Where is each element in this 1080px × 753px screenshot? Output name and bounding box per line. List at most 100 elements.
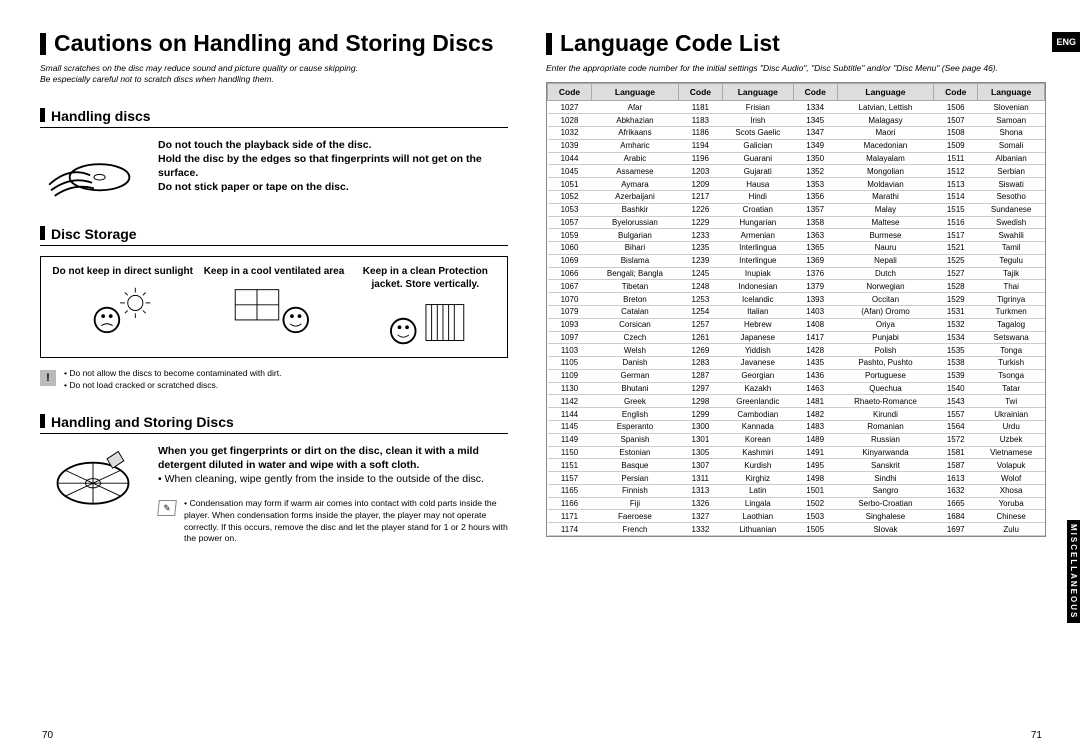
code-cell: 1534 <box>934 331 978 344</box>
table-row: 1053Bashkir1226Croatian1357Malay1515Sund… <box>548 203 1045 216</box>
code-cell: 1181 <box>678 101 722 114</box>
lang-cell: Basque <box>592 459 679 472</box>
code-cell: 1697 <box>934 523 978 536</box>
code-cell: 1632 <box>934 484 978 497</box>
lang-cell: Javanese <box>722 357 793 370</box>
code-cell: 1376 <box>793 267 837 280</box>
handling2-heading: Handling and Storing Discs <box>40 414 508 434</box>
code-cell: 1069 <box>548 254 592 267</box>
lang-cell: Thai <box>978 280 1045 293</box>
table-row: 1079Catalan1254Italian1403(Afan) Oromo15… <box>548 305 1045 318</box>
tip-row: ✎ • Condensation may form if warm air co… <box>158 498 508 545</box>
code-cell: 1525 <box>934 254 978 267</box>
lang-cell: Esperanto <box>592 421 679 434</box>
language-table: CodeLanguageCodeLanguageCodeLanguageCode… <box>546 82 1046 537</box>
code-cell: 1587 <box>934 459 978 472</box>
lang-cell: Interlingua <box>722 242 793 255</box>
right-title: Language Code List <box>546 30 1046 57</box>
lang-cell: Mongolian <box>837 165 934 178</box>
lang-cell: Cambodian <box>722 408 793 421</box>
table-row: 1069Bislama1239Interlingue1369Nepali1525… <box>548 254 1045 267</box>
code-cell: 1145 <box>548 421 592 434</box>
storage-sun: Do not keep in direct sunlight <box>51 265 194 349</box>
code-cell: 1369 <box>793 254 837 267</box>
lang-cell: Kazakh <box>722 382 793 395</box>
code-cell: 1334 <box>793 101 837 114</box>
table-row: 1032Afrikaans1186Scots Gaelic1347Maori15… <box>548 127 1045 140</box>
code-cell: 1356 <box>793 190 837 203</box>
page-spread: ENG MISCELLANEOUS Cautions on Handling a… <box>0 0 1080 753</box>
lang-cell: Faeroese <box>592 510 679 523</box>
lang-cell: Marathi <box>837 190 934 203</box>
lang-cell: Azerbaijani <box>592 190 679 203</box>
code-cell: 1327 <box>678 510 722 523</box>
table-row: 1149Spanish1301Korean1489Russian1572Uzbe… <box>548 433 1045 446</box>
lang-cell: Greek <box>592 395 679 408</box>
code-cell: 1283 <box>678 357 722 370</box>
code-cell: 1297 <box>678 382 722 395</box>
lang-cell: Icelandic <box>722 293 793 306</box>
code-cell: 1353 <box>793 178 837 191</box>
table-row: 1165Finnish1313Latin1501Sangro1632Xhosa <box>548 484 1045 497</box>
lang-cell: German <box>592 369 679 382</box>
lang-cell: Italian <box>722 305 793 318</box>
code-cell: 1481 <box>793 395 837 408</box>
code-cell: 1245 <box>678 267 722 280</box>
code-cell: 1505 <box>793 523 837 536</box>
code-cell: 1403 <box>793 305 837 318</box>
code-cell: 1516 <box>934 216 978 229</box>
code-cell: 1483 <box>793 421 837 434</box>
table-row: 1067Tibetan1248Indonesian1379Norwegian15… <box>548 280 1045 293</box>
lang-cell: Malagasy <box>837 114 934 127</box>
code-cell: 1130 <box>548 382 592 395</box>
lang-cell: Sindhi <box>837 472 934 485</box>
code-cell: 1053 <box>548 203 592 216</box>
lang-cell: Swedish <box>978 216 1045 229</box>
code-cell: 1501 <box>793 484 837 497</box>
code-cell: 1103 <box>548 344 592 357</box>
code-cell: 1032 <box>548 127 592 140</box>
table-row: 1051Aymara1209Hausa1353Moldavian1513Sisw… <box>548 178 1045 191</box>
lang-cell: Oriya <box>837 318 934 331</box>
code-cell: 1097 <box>548 331 592 344</box>
code-cell: 1365 <box>793 242 837 255</box>
table-row: 1144English1299Cambodian1482Kirundi1557U… <box>548 408 1045 421</box>
lang-cell: Kinyarwanda <box>837 446 934 459</box>
lang-cell: Spanish <box>592 433 679 446</box>
code-cell: 1257 <box>678 318 722 331</box>
table-row: 1066Bengali; Bangla1245Inupiak1376Dutch1… <box>548 267 1045 280</box>
clean-disc-icon <box>40 444 146 514</box>
code-cell: 1513 <box>934 178 978 191</box>
code-cell: 1183 <box>678 114 722 127</box>
code-cell: 1239 <box>678 254 722 267</box>
code-cell: 1581 <box>934 446 978 459</box>
lang-cell: Wolof <box>978 472 1045 485</box>
code-cell: 1684 <box>934 510 978 523</box>
code-cell: 1059 <box>548 229 592 242</box>
col-header: Language <box>592 84 679 101</box>
handling-text: Do not touch the playback side of the di… <box>158 138 508 208</box>
lang-cell: Latvian, Lettish <box>837 101 934 114</box>
lang-cell: Somali <box>978 139 1045 152</box>
tip-text: • Condensation may form if warm air come… <box>184 498 508 545</box>
code-cell: 1229 <box>678 216 722 229</box>
vent-icon <box>229 284 319 336</box>
code-cell: 1070 <box>548 293 592 306</box>
code-cell: 1482 <box>793 408 837 421</box>
lang-cell: Maltese <box>837 216 934 229</box>
col-header: Code <box>934 84 978 101</box>
code-cell: 1326 <box>678 497 722 510</box>
note-2: Be especially careful not to scratch dis… <box>40 74 508 85</box>
storage-heading: Disc Storage <box>40 226 508 246</box>
code-cell: 1417 <box>793 331 837 344</box>
lang-cell: Guarani <box>722 152 793 165</box>
lang-cell: Pashto, Pushto <box>837 357 934 370</box>
note-1: Small scratches on the disc may reduce s… <box>40 63 508 74</box>
lang-cell: Bulgarian <box>592 229 679 242</box>
lang-cell: Moldavian <box>837 178 934 191</box>
code-cell: 1313 <box>678 484 722 497</box>
table-row: 1057Byelorussian1229Hungarian1358Maltese… <box>548 216 1045 229</box>
table-row: 1028Abkhazian1183Irish1345Malagasy1507Sa… <box>548 114 1045 127</box>
code-cell: 1217 <box>678 190 722 203</box>
lang-cell: Norwegian <box>837 280 934 293</box>
